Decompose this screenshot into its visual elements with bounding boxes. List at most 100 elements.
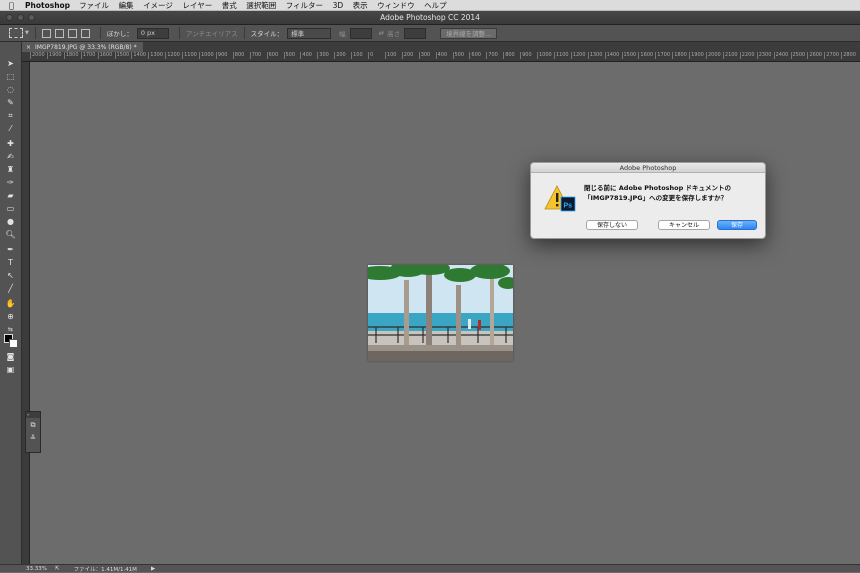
eyedropper-tool-icon[interactable]: ⁄ bbox=[5, 123, 16, 134]
zoom-window-button[interactable] bbox=[28, 14, 35, 21]
ruler-tick-label: 0 bbox=[368, 52, 374, 59]
ruler-tick-label: 100 bbox=[351, 52, 363, 59]
ruler-tick-label: 200 bbox=[334, 52, 346, 59]
menu-3d[interactable]: 3D bbox=[333, 1, 344, 10]
dialog-message-line2: 「IMGP7819.JPG」への変更を保存しますか？ bbox=[584, 194, 728, 202]
width-label: 幅 bbox=[339, 30, 346, 38]
healing-brush-tool-icon[interactable]: ✚ bbox=[5, 138, 16, 149]
quick-mask-icon[interactable]: ◙ bbox=[5, 351, 16, 362]
collapsed-panel-dock: » ⧉ ≚ bbox=[25, 411, 41, 453]
hand-tool-icon[interactable]: ✋ bbox=[5, 298, 16, 309]
adjustments-panel-icon[interactable]: ≚ bbox=[26, 434, 40, 442]
intersect-selection-icon[interactable] bbox=[80, 28, 90, 38]
menu-select[interactable]: 選択範囲 bbox=[246, 0, 276, 11]
menu-help[interactable]: ヘルプ bbox=[424, 0, 447, 11]
panel-collapse-icon[interactable]: » bbox=[26, 412, 40, 418]
blur-tool-icon[interactable]: ● bbox=[5, 216, 16, 227]
path-selection-tool-icon[interactable]: ↖ bbox=[5, 270, 16, 281]
add-selection-icon[interactable] bbox=[54, 28, 64, 38]
height-input[interactable] bbox=[404, 27, 427, 39]
type-tool-icon[interactable]: T bbox=[5, 257, 16, 268]
minimize-window-button[interactable] bbox=[17, 14, 24, 21]
quick-selection-tool-icon[interactable]: ✎ bbox=[5, 97, 16, 108]
app-menu[interactable]: Photoshop bbox=[25, 1, 70, 10]
ruler-tick-label: 800 bbox=[503, 52, 515, 59]
document-tab[interactable]: × IMGP7819.JPG @ 33.3% (RGB/8) * bbox=[22, 42, 143, 52]
menu-image[interactable]: イメージ bbox=[143, 0, 173, 11]
ruler-tick-label: 400 bbox=[435, 52, 448, 59]
window-title: Adobe Photoshop CC 2014 bbox=[380, 13, 480, 22]
dont-save-button[interactable]: 保存しない bbox=[586, 220, 638, 230]
status-menu-arrow-icon[interactable]: ▶ bbox=[151, 566, 155, 572]
history-brush-tool-icon[interactable]: ✑ bbox=[5, 177, 16, 188]
clone-stamp-tool-icon[interactable]: ♜ bbox=[5, 164, 16, 175]
gradient-tool-icon[interactable]: ▭ bbox=[5, 203, 16, 214]
apple-menu-icon[interactable]:  bbox=[9, 1, 19, 10]
background-color-swatch[interactable] bbox=[9, 339, 18, 348]
menu-type[interactable]: 書式 bbox=[222, 0, 237, 11]
save-button[interactable]: 保存 bbox=[717, 220, 757, 230]
ruler-tick-label: 1100 bbox=[553, 52, 569, 59]
ruler-tick-label: 1800 bbox=[63, 52, 79, 59]
height-label: 高さ bbox=[387, 30, 401, 38]
ruler-tick-label: 2400 bbox=[773, 52, 789, 59]
dodge-tool-icon[interactable]: 🔍︎ bbox=[5, 229, 16, 240]
save-changes-dialog: Adobe Photoshop Ps 閉じる前に Adobe Photoshop… bbox=[530, 162, 766, 239]
line-tool-icon[interactable]: ╱ bbox=[5, 283, 16, 294]
ruler-tick-label: 700 bbox=[486, 52, 498, 59]
vertical-ruler[interactable] bbox=[22, 62, 30, 564]
ruler-tick-label: 1300 bbox=[587, 52, 603, 59]
pen-tool-icon[interactable]: ✒ bbox=[5, 244, 16, 255]
swap-icon[interactable]: ⇄ bbox=[379, 29, 384, 37]
brush-tool-icon[interactable]: ✍ bbox=[5, 151, 16, 162]
menu-edit[interactable]: 編集 bbox=[119, 0, 134, 11]
horizontal-ruler[interactable]: 2000 1900 1800 1700 1600 1500 1400 1300 1200 1100… bbox=[22, 52, 860, 62]
dialog-title: Adobe Photoshop bbox=[531, 163, 765, 173]
ruler-tick-label: 1200 bbox=[165, 52, 180, 59]
ruler-tick-label: 1600 bbox=[97, 52, 113, 59]
export-icon[interactable]: ⇱ bbox=[55, 566, 60, 572]
ruler-tick-label: 1500 bbox=[114, 52, 130, 59]
ruler-tick-label: 1500 bbox=[621, 52, 637, 59]
menu-filter[interactable]: フィルター bbox=[286, 0, 323, 11]
ruler-tick-label: 1900 bbox=[689, 52, 704, 59]
antialias-checkbox[interactable]: アンチエイリアス bbox=[186, 28, 238, 38]
ruler-tick-label: 1400 bbox=[604, 52, 620, 59]
dialog-message-line1: 閉じる前に Adobe Photoshop ドキュメントの bbox=[584, 184, 732, 192]
cancel-button[interactable]: キャンセル bbox=[658, 220, 710, 230]
refine-edge-button[interactable]: 境界線を調整... bbox=[440, 27, 498, 39]
ruler-tick-label: 2600 bbox=[807, 52, 823, 59]
ruler-tick-label: 300 bbox=[317, 52, 329, 59]
divider bbox=[99, 27, 101, 39]
width-input[interactable] bbox=[349, 27, 372, 39]
menu-bar:  Photoshop ファイル 編集 イメージ レイヤー 書式 選択範囲 フィ… bbox=[0, 0, 860, 11]
new-selection-icon[interactable] bbox=[41, 28, 51, 38]
style-select[interactable]: 標準 bbox=[287, 27, 332, 39]
ruler-tick-label: 500 bbox=[283, 52, 296, 59]
ruler-tick-label: 600 bbox=[266, 52, 279, 59]
close-window-button[interactable] bbox=[6, 14, 13, 21]
menu-view[interactable]: 表示 bbox=[353, 0, 368, 11]
move-tool-icon[interactable]: ➤ bbox=[5, 58, 16, 69]
subtract-selection-icon[interactable] bbox=[67, 28, 77, 38]
lasso-tool-icon[interactable]: ◌ bbox=[5, 84, 16, 95]
ruler-tick-label: 1200 bbox=[570, 52, 586, 59]
feather-input[interactable]: 0 px bbox=[136, 27, 169, 39]
marquee-tool-icon[interactable]: ⬚ bbox=[5, 71, 16, 82]
chevron-down-icon[interactable]: ▼ bbox=[25, 30, 29, 36]
eraser-tool-icon[interactable]: ▰ bbox=[5, 190, 16, 201]
screen-mode-icon[interactable]: ▣ bbox=[5, 364, 16, 375]
menu-window[interactable]: ウィンドウ bbox=[377, 0, 415, 11]
close-tab-icon[interactable]: × bbox=[26, 44, 31, 51]
warning-icon: Ps bbox=[544, 185, 576, 213]
ruler-tick-label: 900 bbox=[520, 52, 532, 59]
crop-tool-icon[interactable]: ⌗ bbox=[5, 110, 16, 121]
tools-panel: ➤ ⬚ ◌ ✎ ⌗ ⁄ ✚ ✍ ♜ ✑ ▰ ▭ ● 🔍︎ ✒ T ↖ ╱ ✋ ⊕… bbox=[0, 42, 22, 564]
zoom-level[interactable]: 33.33% bbox=[26, 566, 47, 572]
menu-file[interactable]: ファイル bbox=[79, 0, 109, 11]
history-panel-icon[interactable]: ⧉ bbox=[26, 421, 40, 430]
zoom-tool-icon[interactable]: ⊕ bbox=[5, 311, 16, 322]
menu-layer[interactable]: レイヤー bbox=[182, 0, 212, 11]
document-image[interactable] bbox=[368, 265, 513, 361]
marquee-tool-preset-icon[interactable] bbox=[9, 28, 23, 38]
